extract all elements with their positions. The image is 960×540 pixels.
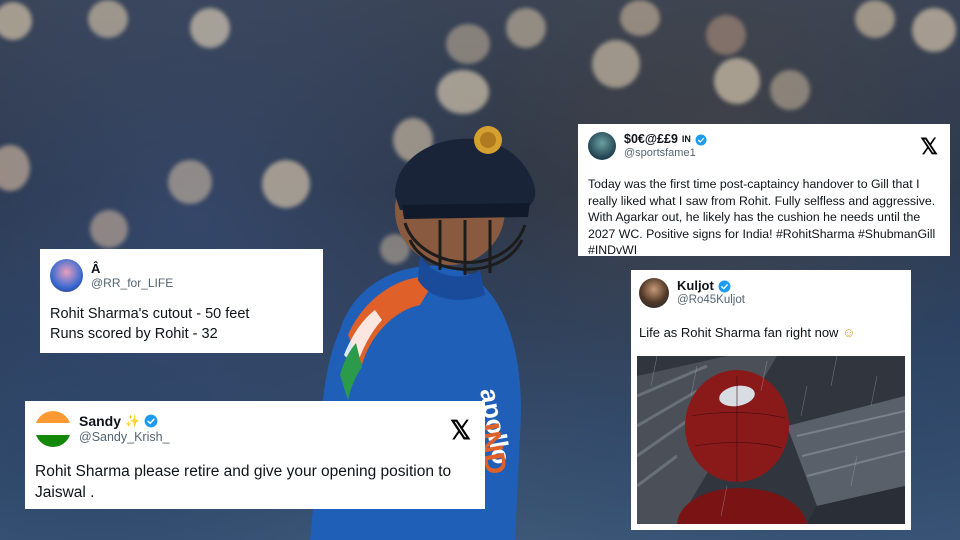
bokeh-light [190,8,230,48]
avatar[interactable] [35,411,71,447]
author-name[interactable]: $0€@££9 [624,132,678,147]
x-logo-icon[interactable]: 𝕏 [920,134,938,160]
flag-label: IN [681,134,691,145]
bokeh-light [855,0,895,38]
author-name[interactable]: Â [91,261,100,277]
tweet-author: Sandy ✨ @Sandy_Krish_ [79,413,170,445]
tweet-text: Life as Rohit Sharma fan right now ☺ [639,324,903,342]
tweet-card-sandy[interactable]: Sandy ✨ @Sandy_Krish_ 𝕏 Rohit Sharma ple… [25,401,485,509]
tweet-header: Â @RR_for_LIFE [50,259,313,292]
tweet-card-sportsfame[interactable]: $0€@££9 IN @sportsfame1 𝕏 Today was the … [578,124,950,258]
tweet-header: Sandy ✨ @Sandy_Krish_ [35,411,475,447]
verified-badge-icon [695,134,707,145]
tweet-card-rr[interactable]: Â @RR_for_LIFE Rohit Sharma's cutout - 5… [40,249,323,353]
bokeh-light [714,58,760,104]
tweet-author: $0€@££9 IN @sportsfame1 [624,132,707,160]
tweet-line: Rohit Sharma's cutout - 50 feet [50,306,250,322]
tweet-header: Kuljot @Ro45Kuljot [639,278,903,308]
author-handle[interactable]: @Ro45Kuljot [677,294,745,308]
tweet-media-image[interactable] [637,356,905,524]
bokeh-light [90,210,128,248]
bokeh-light [706,15,746,55]
author-name[interactable]: Sandy [79,413,121,430]
tweet-header: $0€@££9 IN @sportsfame1 [588,132,940,161]
sparkle-icon: ✨ [125,414,140,429]
author-handle[interactable]: @sportsfame1 [624,147,707,160]
tweet-author: Kuljot @Ro45Kuljot [677,278,745,307]
tweet-text: Rohit Sharma's cutout - 50 feet Runs sco… [50,304,313,344]
tweet-text: Rohit Sharma please retire and give your… [35,463,452,501]
bokeh-light [592,40,640,88]
bokeh-light [506,8,546,48]
verified-badge-icon [144,415,158,428]
avatar[interactable] [639,278,669,308]
bokeh-light [168,160,212,204]
bokeh-light [912,8,956,52]
x-logo-icon[interactable]: 𝕏 [450,415,471,446]
avatar[interactable] [588,132,616,161]
verified-badge-icon [718,280,731,293]
author-handle[interactable]: @RR_for_LIFE [91,276,173,290]
avatar[interactable] [50,259,83,292]
tweet-author: Â @RR_for_LIFE [91,261,173,291]
bokeh-light [770,70,810,110]
author-name[interactable]: Kuljot [677,278,714,294]
author-handle[interactable]: @Sandy_Krish_ [79,430,170,445]
bokeh-light [620,0,660,36]
bokeh-light [88,0,128,38]
bokeh-light [446,24,490,64]
tweet-line: Runs scored by Rohit - 32 [50,326,218,342]
tweet-card-kuljot[interactable]: Kuljot @Ro45Kuljot Life as Rohit Sharma … [631,270,911,530]
tweet-text: Today was the first time post-captaincy … [588,177,936,258]
tweet-line: Life as Rohit Sharma fan right now [639,325,839,340]
smiling-face-icon: ☺ [842,325,856,340]
